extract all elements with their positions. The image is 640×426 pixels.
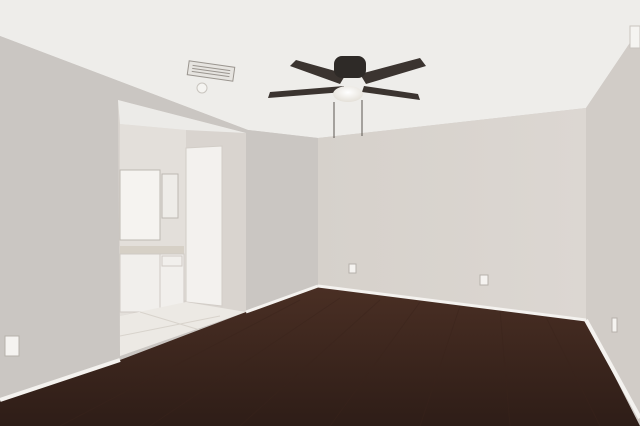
fan-light-globe [333,86,363,102]
vanity-mirror [119,169,161,241]
open-door [185,145,223,307]
room-photo [0,0,640,426]
vanity-cabinet [119,253,185,313]
wall-outlet [4,335,20,357]
back-wall [318,108,586,320]
medicine-cabinet [161,173,179,219]
fan-motor [334,56,366,78]
wall-fixture [629,25,640,49]
wall-outlet [479,274,489,286]
wall-outlet [348,263,357,274]
wall-outlet [611,317,618,333]
smoke-detector [196,82,208,94]
vanity-countertop [120,246,184,254]
